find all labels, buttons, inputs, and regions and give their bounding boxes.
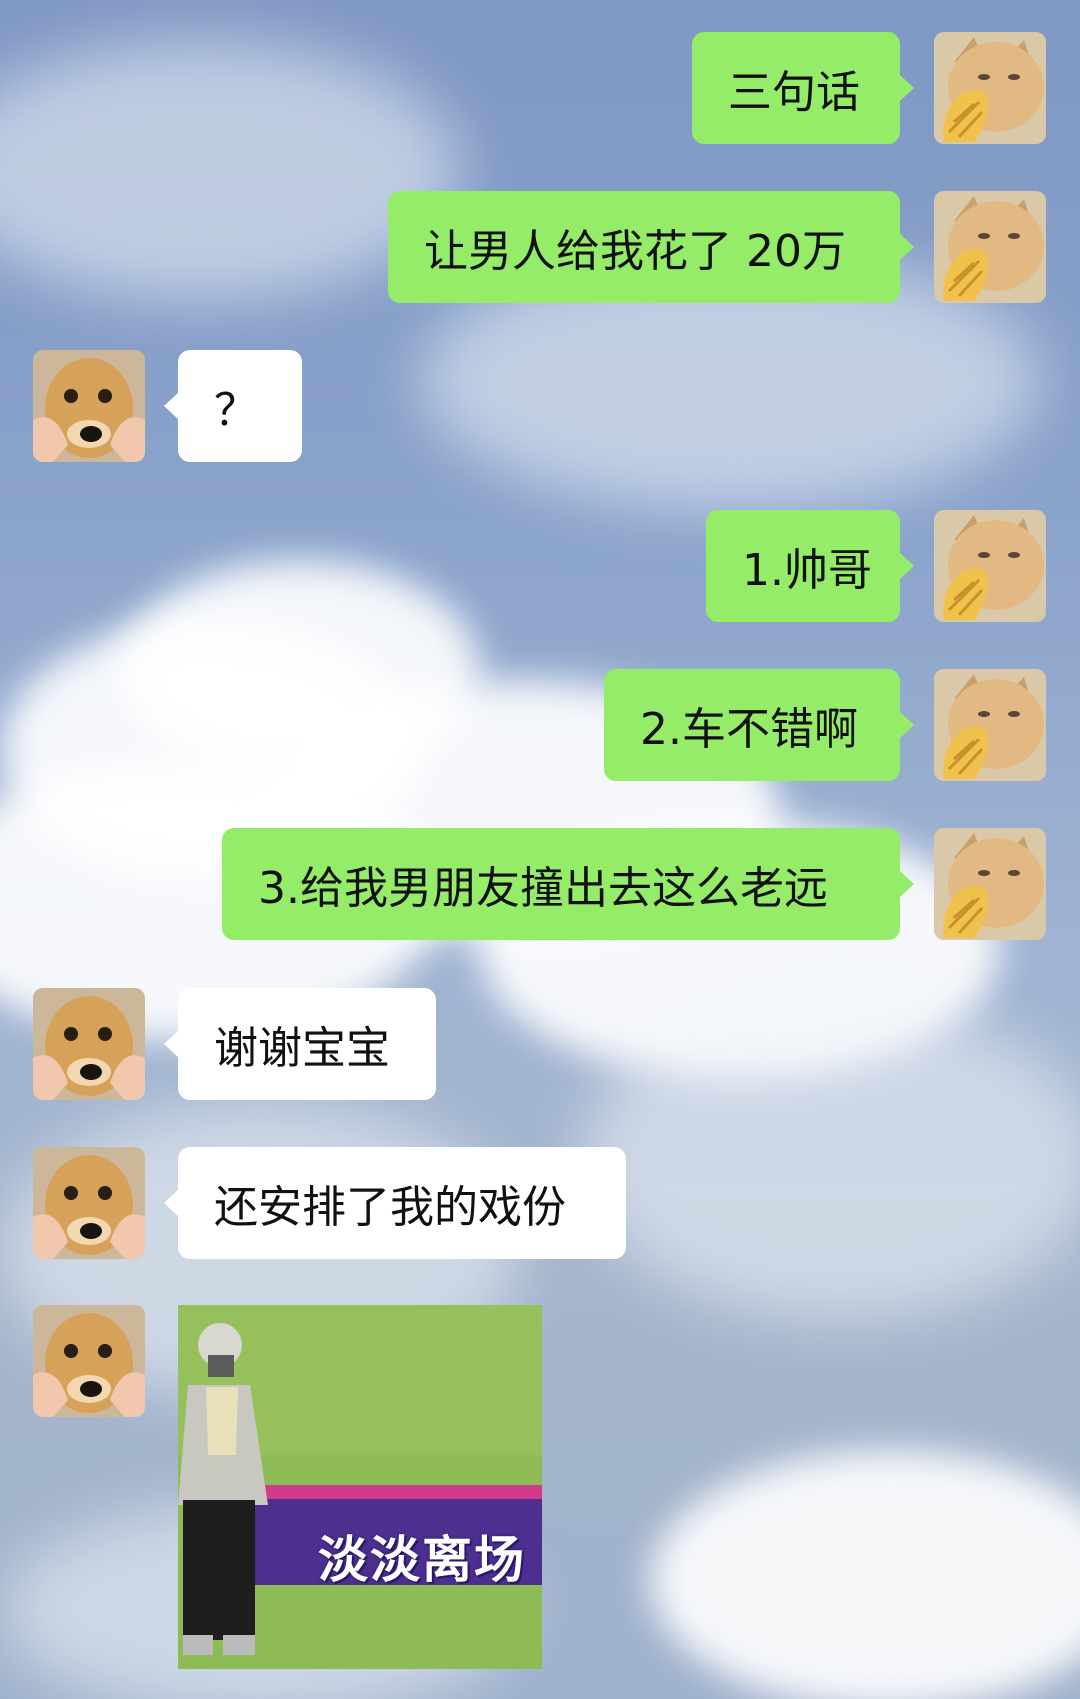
message-bubble-received[interactable]: 谢谢宝宝: [164, 988, 436, 1100]
message-text: 2.车不错啊: [640, 704, 858, 755]
message-bubble-sent[interactable]: 2.车不错啊: [604, 669, 914, 781]
message-bubble-sent[interactable]: 1.帅哥: [706, 510, 914, 622]
message-text: 让男人给我花了 20万: [424, 226, 846, 277]
cat-avatar[interactable]: [934, 510, 1046, 622]
message-text: 三句话: [728, 67, 860, 118]
dog-avatar[interactable]: [33, 988, 145, 1100]
sticker-caption: 淡淡离场: [318, 1531, 526, 1589]
dog-avatar-icon: [33, 1147, 145, 1259]
cat-avatar-icon: [934, 32, 1046, 144]
message-bubble-received[interactable]: 还安排了我的戏份: [164, 1147, 626, 1259]
cat-avatar-icon: [934, 510, 1046, 622]
message-bubble-sent[interactable]: 让男人给我花了 20万: [388, 191, 914, 303]
sticker-illustration: [178, 1305, 542, 1669]
cat-avatar[interactable]: [934, 828, 1046, 940]
message-text: ？: [214, 385, 258, 436]
dog-avatar-icon: [33, 988, 145, 1100]
dog-avatar-icon: [33, 350, 145, 462]
dog-avatar[interactable]: [33, 1147, 145, 1259]
sticker-image[interactable]: 淡淡离场: [178, 1305, 542, 1669]
cat-avatar[interactable]: [934, 191, 1046, 303]
message-bubble-sent[interactable]: 三句话: [692, 32, 914, 144]
cat-avatar-icon: [934, 669, 1046, 781]
dog-avatar[interactable]: [33, 350, 145, 462]
message-bubble-received[interactable]: ？: [164, 350, 302, 462]
dog-avatar[interactable]: [33, 1305, 145, 1417]
message-text: 谢谢宝宝: [214, 1023, 390, 1074]
dog-avatar-icon: [33, 1305, 145, 1417]
message-text: 1.帅哥: [742, 545, 872, 596]
cat-avatar[interactable]: [934, 32, 1046, 144]
cat-avatar[interactable]: [934, 669, 1046, 781]
message-text: 还安排了我的戏份: [214, 1182, 566, 1233]
cat-avatar-icon: [934, 828, 1046, 940]
message-text: 3.给我男朋友撞出去这么老远: [258, 863, 828, 914]
cat-avatar-icon: [934, 191, 1046, 303]
message-bubble-sent[interactable]: 3.给我男朋友撞出去这么老远: [222, 828, 914, 940]
